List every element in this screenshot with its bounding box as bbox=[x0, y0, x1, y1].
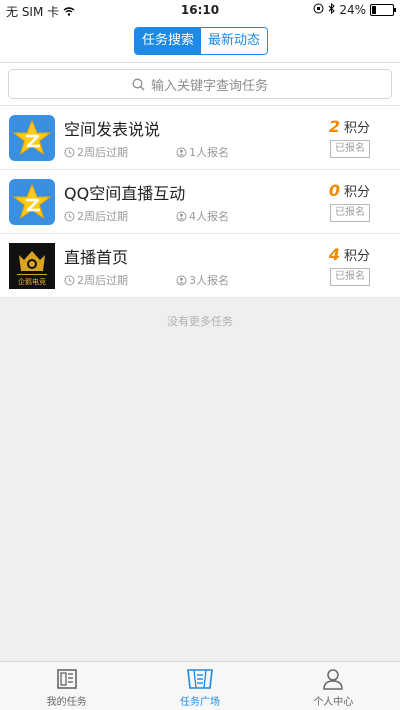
task-points: 2 积分 bbox=[328, 117, 370, 136]
person-icon bbox=[176, 275, 187, 285]
tab-task-search[interactable]: 任务搜索 bbox=[135, 28, 201, 54]
task-expiry: 2周后过期 bbox=[64, 208, 128, 224]
task-expiry: 2周后过期 bbox=[64, 144, 128, 160]
task-registered: 1人报名 bbox=[176, 144, 229, 160]
orientation-lock-icon bbox=[313, 3, 324, 17]
task-row[interactable]: 空间发表说说 2周后过期 1人报名 2 积分 已报名 bbox=[0, 106, 400, 170]
status-badge: 已报名 bbox=[330, 140, 370, 158]
user-icon bbox=[323, 669, 344, 690]
tab-task-square[interactable]: 任务广场 bbox=[133, 662, 266, 710]
tab-my-tasks[interactable]: 我的任务 bbox=[0, 662, 133, 710]
qzone-star-icon bbox=[9, 115, 55, 161]
clock-icon bbox=[64, 147, 75, 157]
search-icon bbox=[132, 78, 145, 90]
segmented-control: 任务搜索 最新动态 bbox=[134, 27, 268, 55]
tab-latest-updates[interactable]: 最新动态 bbox=[201, 28, 267, 54]
tab-personal-center[interactable]: 个人中心 bbox=[267, 662, 400, 710]
tab-bar: 我的任务 任务广场 个人中心 bbox=[0, 661, 400, 710]
task-title: 空间发表说说 bbox=[64, 120, 161, 139]
tab-label: 个人中心 bbox=[313, 697, 354, 708]
person-icon bbox=[176, 147, 187, 157]
task-registered: 4人报名 bbox=[176, 208, 229, 224]
search-bar: 输入关键字查询任务 bbox=[0, 63, 400, 106]
person-icon bbox=[176, 211, 187, 221]
task-list: 空间发表说说 2周后过期 1人报名 2 积分 已报名 QQ空间直播互动 2周后过期 bbox=[0, 106, 400, 298]
esports-logo-text: 企鹅电竞 bbox=[18, 278, 46, 286]
tab-label: 任务广场 bbox=[179, 697, 220, 708]
task-square-icon bbox=[187, 669, 213, 689]
battery-percent: 24% bbox=[339, 3, 366, 17]
task-registered: 3人报名 bbox=[176, 272, 229, 288]
search-input[interactable]: 输入关键字查询任务 bbox=[8, 69, 392, 99]
status-badge: 已报名 bbox=[330, 268, 370, 286]
task-row[interactable]: QQ空间直播互动 2周后过期 4人报名 0 积分 已报名 bbox=[0, 170, 400, 234]
task-title: 直播首页 bbox=[64, 248, 129, 267]
clock-icon bbox=[64, 211, 75, 221]
clock-icon bbox=[64, 275, 75, 285]
my-tasks-icon bbox=[56, 669, 77, 689]
esports-logo-icon: 企鹅电竞 bbox=[9, 243, 55, 289]
tab-label: 我的任务 bbox=[46, 697, 87, 708]
bluetooth-icon bbox=[328, 2, 336, 17]
task-points: 0 积分 bbox=[328, 181, 370, 200]
qzone-star-icon bbox=[9, 179, 55, 225]
task-title: QQ空间直播互动 bbox=[64, 184, 186, 203]
top-nav: 任务搜索 最新动态 bbox=[0, 20, 400, 63]
task-expiry: 2周后过期 bbox=[64, 272, 128, 288]
status-badge: 已报名 bbox=[330, 204, 370, 222]
battery-icon bbox=[370, 4, 396, 16]
search-placeholder: 输入关键字查询任务 bbox=[150, 78, 268, 94]
task-points: 4 积分 bbox=[328, 245, 370, 264]
no-more-label: 没有更多任务 bbox=[167, 315, 233, 328]
status-bar: 无 SIM 卡 16:10 24% bbox=[0, 0, 400, 20]
task-row[interactable]: 企鹅电竞 直播首页 2周后过期 3人报名 4 积分 已报名 bbox=[0, 234, 400, 298]
